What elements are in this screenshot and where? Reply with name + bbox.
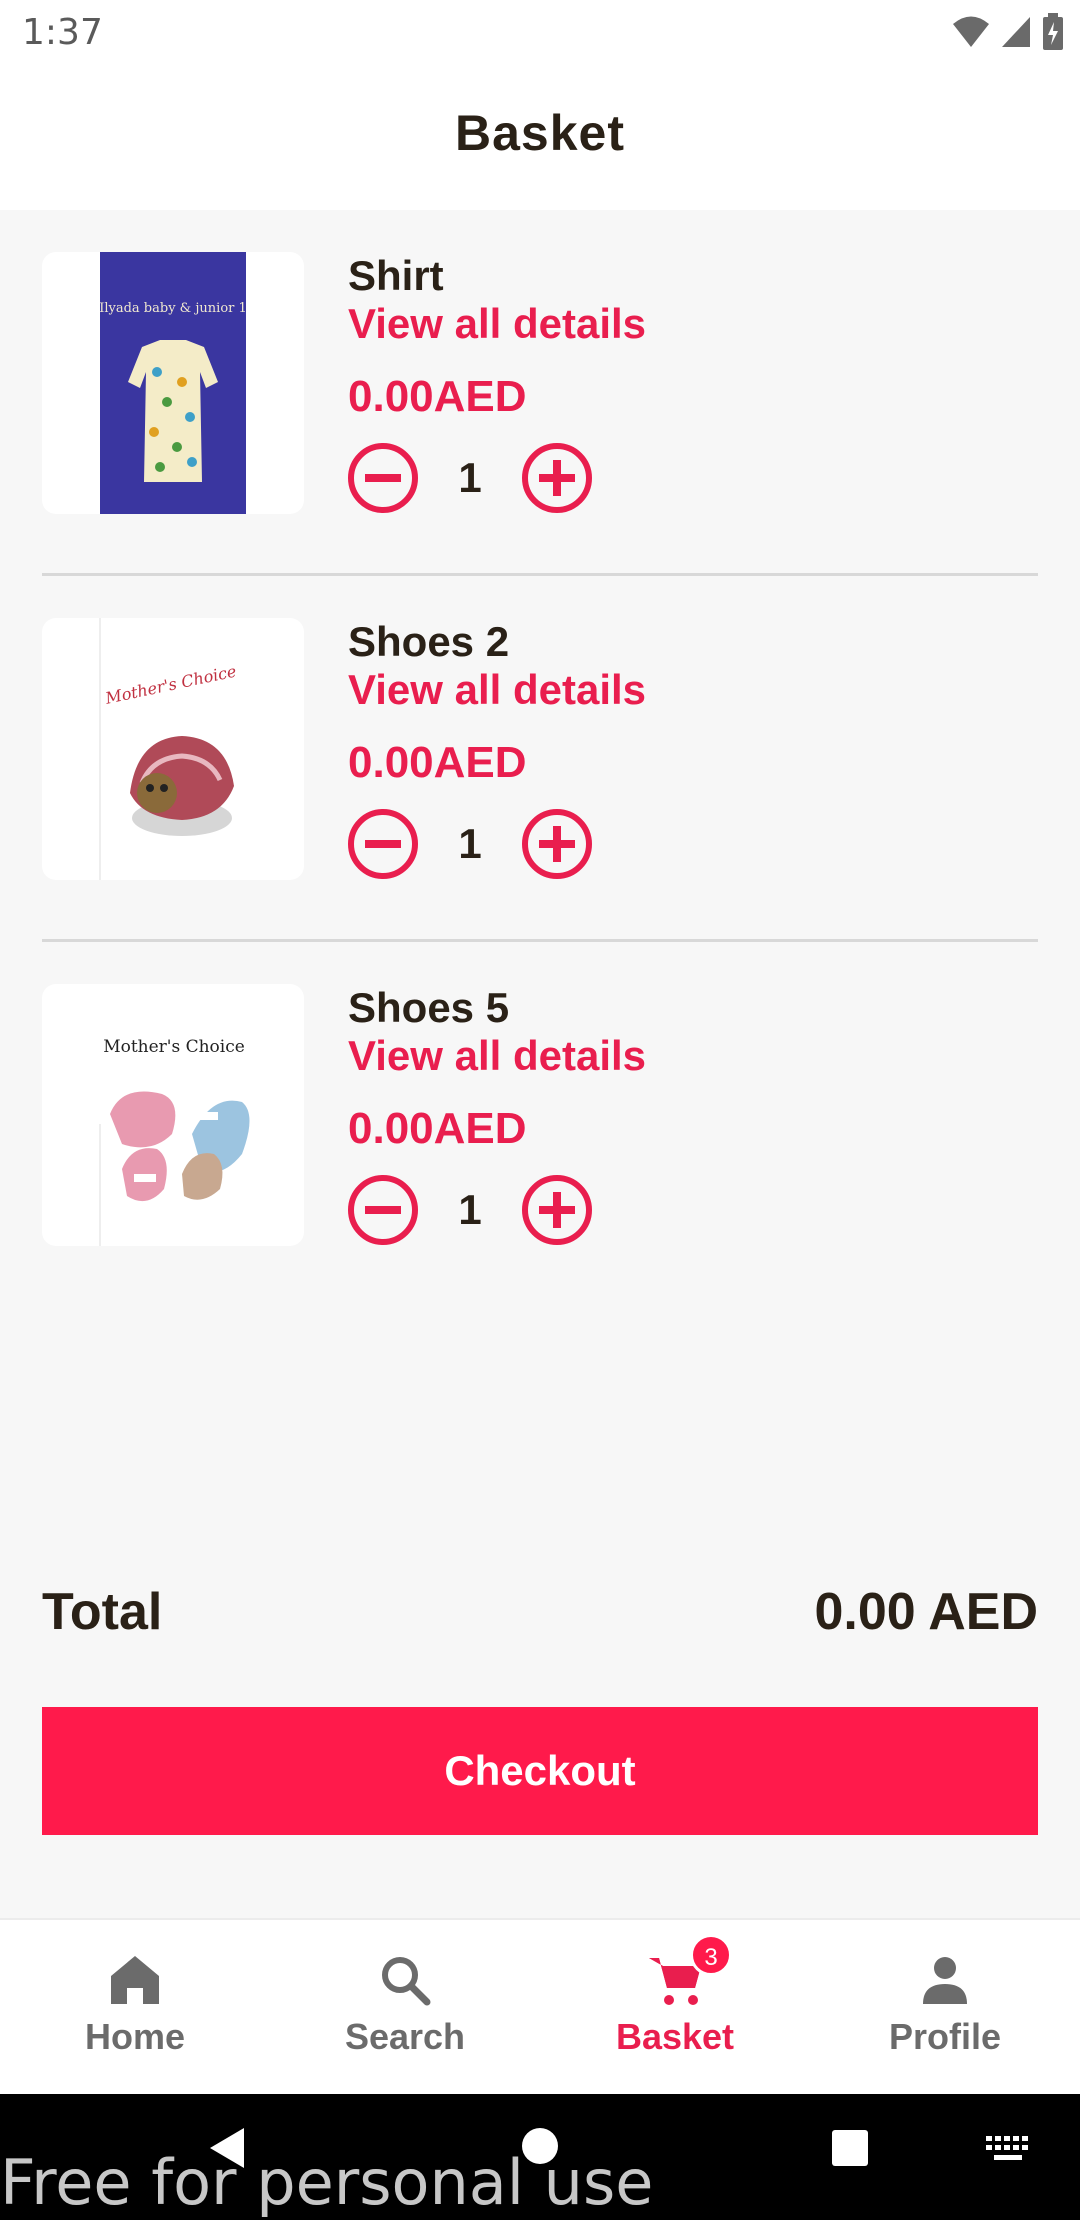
product-image-shoes-2[interactable]: Mother's Choice [42, 618, 304, 880]
increase-quantity-button[interactable] [521, 442, 593, 514]
item-name: Shirt [348, 252, 444, 299]
view-details-link[interactable]: View all details [348, 300, 646, 348]
watermark: Free for personal use [0, 2146, 654, 2219]
status-icons [952, 12, 1064, 52]
nav-item-home[interactable]: Home [0, 1920, 270, 2096]
product-image-shoes-5[interactable]: Mother's Choice [42, 984, 304, 1246]
wifi-icon [953, 16, 989, 47]
battery-icon [1043, 13, 1063, 50]
cart-item: Mother's Choice Shoes 2 View all details… [0, 576, 1080, 942]
recents-icon[interactable] [830, 2128, 870, 2168]
signal-icon [1002, 17, 1030, 47]
shoes2-brand-text: Mother's Choice [103, 661, 238, 708]
view-details-link[interactable]: View all details [348, 666, 646, 714]
nav-item-basket[interactable]: 3 Basket [540, 1920, 810, 2096]
bottom-nav: Home Search 3 Basket Profile [0, 1918, 1080, 2094]
person-icon [923, 1957, 967, 2004]
shoes5-brand-text: Mother's Choice [103, 1037, 245, 1057]
item-name: Shoes 2 [348, 618, 510, 665]
quantity-value: 1 [458, 454, 482, 501]
decrease-quantity-button[interactable] [347, 442, 419, 514]
item-price: 0.00AED [348, 372, 527, 421]
keyboard-icon[interactable] [984, 2134, 1032, 2164]
checkout-button[interactable]: Checkout [42, 1707, 1038, 1835]
total-label: Total [42, 1583, 163, 1641]
nav-item-profile[interactable]: Profile [810, 1920, 1080, 2096]
shirt-brand-text: Ilyada baby & junior 1 [99, 301, 247, 316]
cart-count-badge: 3 [690, 1934, 732, 1976]
item-name: Shoes 5 [348, 984, 510, 1031]
cart-item: Mother's Choice Shoes 5 View all details… [0, 942, 1080, 1308]
status-bar: 1:37 [0, 0, 1080, 66]
shoes-image: Mother's Choice [99, 618, 238, 880]
app-header: Basket [0, 66, 1080, 210]
shirt-image: Ilyada baby & junior 1 [99, 252, 247, 514]
quantity-value: 1 [458, 820, 482, 867]
view-details-link[interactable]: View all details [348, 1032, 646, 1080]
increase-quantity-button[interactable] [521, 808, 593, 880]
increase-quantity-button[interactable] [521, 1174, 593, 1246]
nav-label: Home [84, 2016, 186, 2057]
nav-label: Search [344, 2016, 466, 2057]
decrease-quantity-button[interactable] [347, 808, 419, 880]
page-title: Basket [455, 105, 625, 161]
total-value: 0.00 AED [814, 1583, 1038, 1641]
quantity-value: 1 [458, 1186, 482, 1233]
cart-item: Ilyada baby & junior 1 Shirt View all de… [0, 210, 1080, 576]
decrease-quantity-button[interactable] [347, 1174, 419, 1246]
nav-label: Profile [888, 2016, 1002, 2057]
home-icon [111, 1956, 159, 2004]
item-price: 0.00AED [348, 1104, 527, 1153]
status-time: 1:37 [22, 12, 103, 53]
search-icon [382, 1957, 431, 2006]
product-image-shirt[interactable]: Ilyada baby & junior 1 [42, 252, 304, 514]
shoes-image: Mother's Choice [99, 1037, 250, 1246]
item-price: 0.00AED [348, 738, 527, 787]
nav-item-search[interactable]: Search [270, 1920, 540, 2096]
nav-label: Basket [615, 2016, 735, 2057]
